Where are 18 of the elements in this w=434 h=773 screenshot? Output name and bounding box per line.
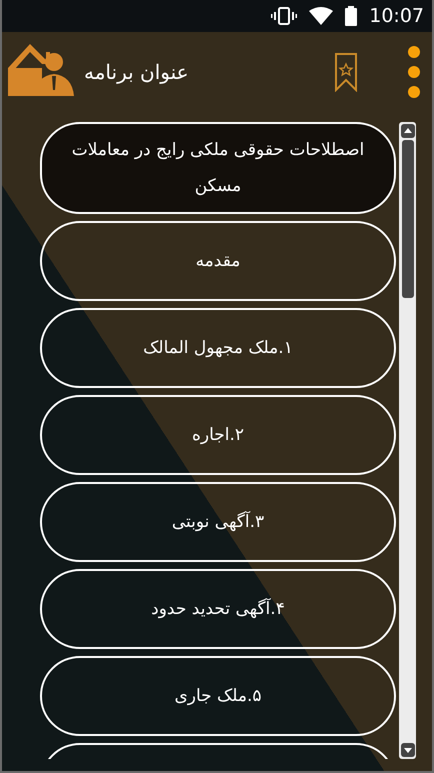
scroll-down-icon[interactable] xyxy=(400,743,414,757)
menu-item-button[interactable]: ۴.آگهی تحدید حدود xyxy=(40,569,396,649)
app-title: عنوان برنامه xyxy=(84,59,189,86)
wifi-icon xyxy=(309,7,334,25)
scrollbar-thumb[interactable] xyxy=(402,140,414,298)
scroll-up-icon[interactable] xyxy=(400,124,414,138)
battery-icon xyxy=(345,6,358,26)
menu-item-button[interactable]: ۵.ملک جاری xyxy=(40,656,396,736)
vibrate-icon xyxy=(271,7,298,25)
menu-item-button[interactable]: ۳.آگهی نوبتی xyxy=(40,482,396,562)
clock: 10:07 xyxy=(369,4,424,29)
menu-item-button[interactable]: اصطلاحات حقوقی ملکی رایج در معاملات مسکن xyxy=(40,122,396,214)
more-options-icon[interactable] xyxy=(408,46,420,98)
menu-item-button[interactable]: ۱.ملک مجهول المالک xyxy=(40,308,396,388)
scrollbar[interactable] xyxy=(399,122,416,759)
menu-item-button[interactable]: مقدمه xyxy=(40,221,396,301)
bookmark-icon[interactable] xyxy=(334,52,358,92)
menu-item-button[interactable]: ۲.اجاره xyxy=(40,395,396,475)
